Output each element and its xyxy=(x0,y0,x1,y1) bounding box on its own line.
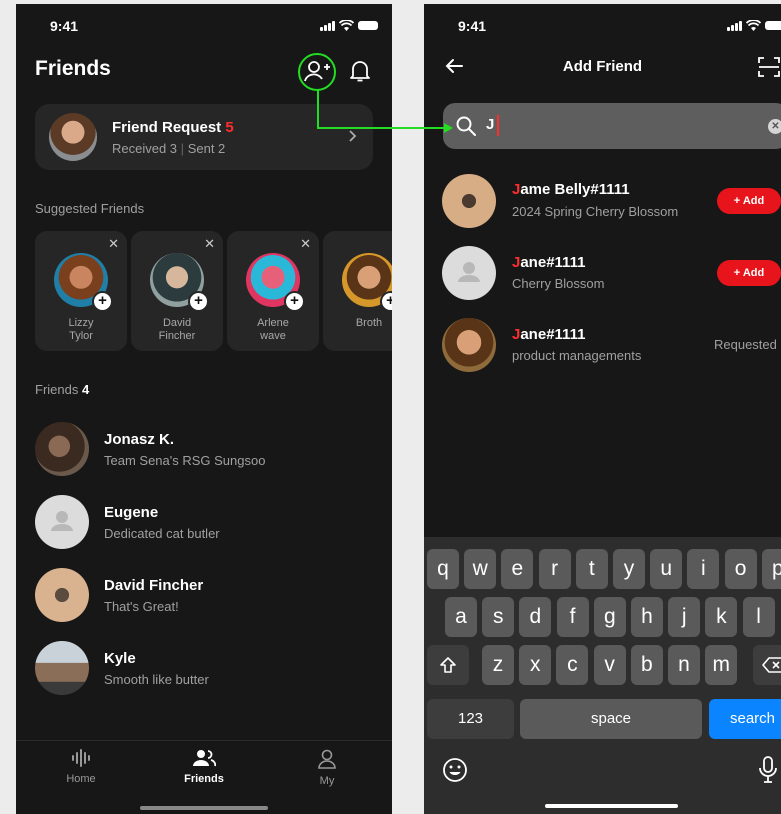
flow-connector xyxy=(317,89,453,133)
